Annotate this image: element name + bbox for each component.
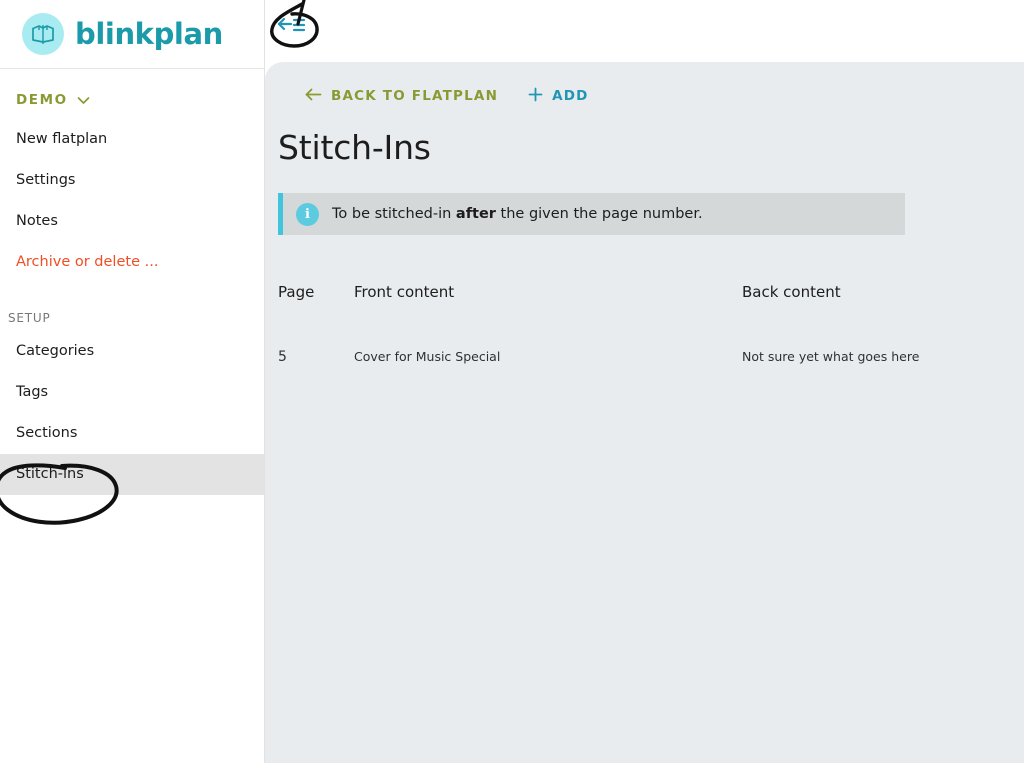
sidebar-group-setup: SETUP <box>8 311 51 325</box>
cell-page: 5 <box>278 349 287 365</box>
sidebar-item-tags[interactable]: Tags <box>0 372 264 413</box>
sidebar-item-settings[interactable]: Settings <box>0 160 264 201</box>
table-row[interactable]: 5 Cover for Music Special Not sure yet w… <box>278 311 978 365</box>
info-text-before: To be stitched-in <box>332 206 456 222</box>
content-panel: BACK TO FLATPLAN ADD Stitch-Ins i To be … <box>265 62 1024 763</box>
brand-header[interactable]: blinkplan <box>0 0 264 69</box>
sidebar: blinkplan DEMO New flatplan Settings Not… <box>0 0 265 763</box>
arrow-left-icon <box>305 88 322 105</box>
table-body: 5 Cover for Music Special Not sure yet w… <box>278 311 978 365</box>
info-text-bold: after <box>455 206 496 222</box>
sidebar-item-stitch-ins[interactable]: Stitch-ins <box>0 454 264 495</box>
sidebar-main-nav: New flatplan Settings Notes Archive or d… <box>0 119 264 283</box>
sidebar-setup-nav: Categories Tags Sections Stitch-ins <box>0 331 264 495</box>
info-icon: i <box>296 202 319 226</box>
column-header-front-content: Front content <box>354 283 455 301</box>
workspace-label: DEMO <box>16 91 68 108</box>
open-book-icon <box>22 13 64 55</box>
add-label: ADD <box>552 88 589 104</box>
chevron-down-icon <box>77 90 90 109</box>
collapse-sidebar-icon[interactable] <box>271 8 313 46</box>
sidebar-item-sections[interactable]: Sections <box>0 413 264 454</box>
add-button[interactable]: ADD <box>528 87 588 106</box>
back-to-flatplan-button[interactable]: BACK TO FLATPLAN <box>305 88 498 105</box>
cell-back-content[interactable]: Not sure yet what goes here <box>742 311 978 365</box>
workspace-switcher[interactable]: DEMO <box>0 69 264 111</box>
stitch-ins-table: Page Front content Back content 5 Cover … <box>278 283 978 365</box>
table-header-row: Page Front content Back content <box>278 283 978 311</box>
toolbar: BACK TO FLATPLAN ADD <box>265 62 1024 114</box>
sidebar-item-notes[interactable]: Notes <box>0 201 264 242</box>
info-banner: i To be stitched-in after the given the … <box>278 193 905 235</box>
sidebar-item-archive-or-delete[interactable]: Archive or delete ... <box>0 242 264 283</box>
plus-icon <box>528 87 543 106</box>
column-header-back-content: Back content <box>742 283 841 301</box>
app-root: blinkplan DEMO New flatplan Settings Not… <box>0 0 1024 763</box>
sidebar-item-new-flatplan[interactable]: New flatplan <box>0 119 264 160</box>
main-area: BACK TO FLATPLAN ADD Stitch-Ins i To be … <box>265 0 1024 763</box>
column-header-page: Page <box>278 283 315 301</box>
cell-front-content[interactable]: Cover for Music Special <box>354 311 742 365</box>
table-header: Page Front content Back content <box>278 283 978 311</box>
back-to-flatplan-label: BACK TO FLATPLAN <box>331 88 499 104</box>
info-banner-text: To be stitched-in after the given the pa… <box>332 206 703 222</box>
sidebar-item-categories[interactable]: Categories <box>0 331 264 372</box>
brand-name: blinkplan <box>75 17 223 51</box>
info-text-after: the given the page number. <box>495 206 703 222</box>
page-title: Stitch-Ins <box>278 128 431 167</box>
